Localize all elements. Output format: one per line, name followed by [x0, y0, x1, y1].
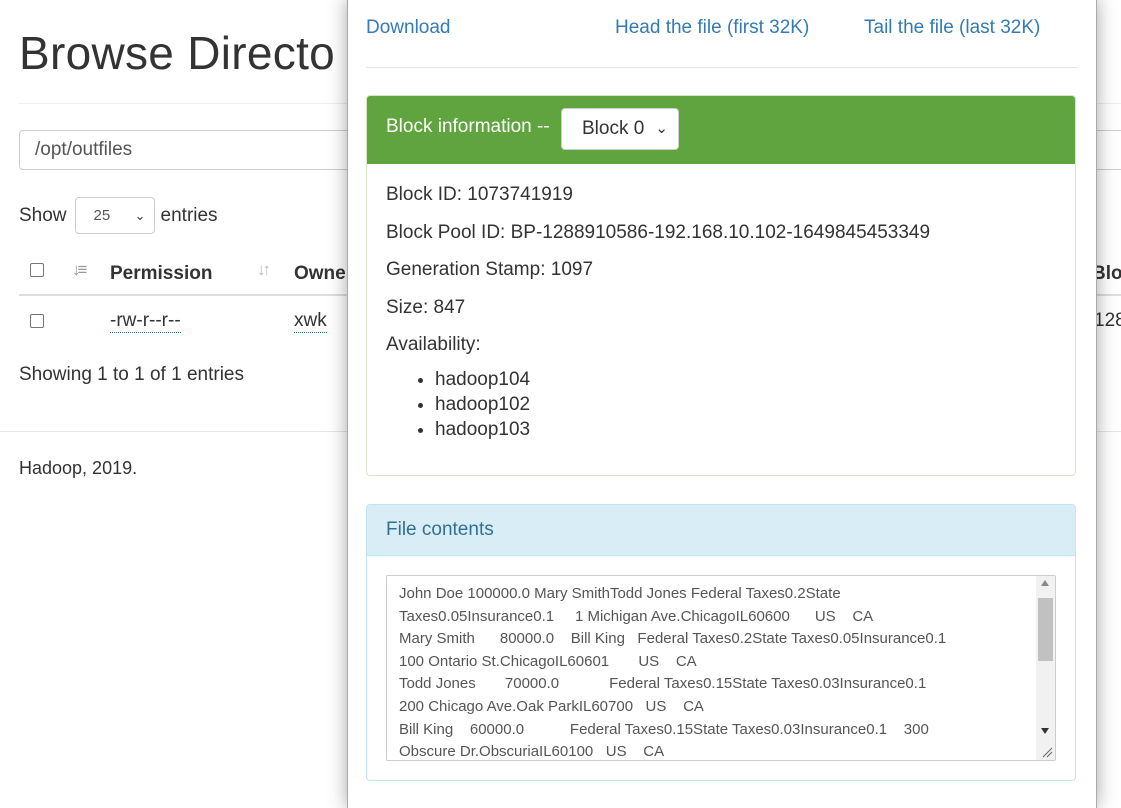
file-line: 100 Ontario St.ChicagoIL60601 US CA	[399, 652, 697, 670]
block-information-panel: Block information -- Block 0 ⌄ Block ID:…	[366, 95, 1076, 476]
column-permission[interactable]: Permission	[110, 263, 212, 285]
file-panel-header: File contents	[367, 505, 1075, 556]
file-info-modal: Download Head the file (first 32K) Tail …	[347, 0, 1097, 808]
head-file-link[interactable]: Head the file (first 32K)	[615, 17, 809, 39]
file-line: Obscure Dr.ObscuriaIL60100 US CA	[399, 743, 665, 761]
list-item: hadoop102	[435, 392, 530, 417]
row-checkbox[interactable]	[30, 314, 44, 328]
list-item: hadoop104	[435, 367, 530, 392]
page-size-control: Show 25 ⌄ entries	[19, 197, 218, 234]
resize-grip-icon[interactable]	[1041, 746, 1053, 758]
cell-permission[interactable]: -rw-r--r--	[110, 310, 181, 333]
page-title: Browse Directo	[19, 27, 336, 79]
sort-desc-icon[interactable]: ↓≡	[72, 260, 88, 280]
chevron-down-icon: ⌄	[655, 120, 668, 137]
page-size-select[interactable]: 25 ⌄	[74, 197, 155, 234]
show-label: Show	[19, 204, 67, 226]
modal-divider	[366, 67, 1078, 68]
file-line: 200 Chicago Ave.Oak ParkIL60700 US CA	[399, 697, 704, 715]
download-link[interactable]: Download	[366, 17, 451, 39]
scroll-down-icon[interactable]	[1041, 728, 1049, 734]
availability-label: Availability:	[386, 334, 481, 355]
file-line: Taxes0.05Insurance0.1 1 Michigan Ave.Chi…	[399, 607, 874, 625]
tail-file-link[interactable]: Tail the file (last 32K)	[864, 17, 1040, 39]
sort-both-icon[interactable]: ↓↑	[257, 260, 271, 280]
file-line: John Doe 100000.0 Mary SmithTodd Jones F…	[399, 585, 841, 602]
block-panel-title: Block information --	[386, 116, 550, 137]
column-owner[interactable]: Owne	[294, 263, 346, 285]
page-size-value: 25	[93, 207, 111, 224]
table-info: Showing 1 to 1 of 1 entries	[19, 364, 244, 385]
cell-block-size: 128	[1094, 310, 1121, 331]
block-select-value: Block 0	[582, 118, 645, 139]
file-contents-textarea[interactable]: John Doe 100000.0 Mary SmithTodd Jones F…	[386, 575, 1056, 761]
block-id: Block ID: 1073741919	[386, 184, 573, 205]
generation-stamp: Generation Stamp: 1097	[386, 259, 594, 280]
select-all-checkbox[interactable]	[30, 263, 44, 277]
file-panel-title: File contents	[386, 519, 494, 540]
entries-label: entries	[160, 204, 218, 226]
availability-list: hadoop104 hadoop102 hadoop103	[386, 367, 530, 442]
scrollbar-thumb[interactable]	[1038, 598, 1053, 661]
cell-owner[interactable]: xwk	[294, 310, 327, 333]
scroll-up-icon[interactable]	[1041, 580, 1049, 586]
textarea-scrollbar[interactable]	[1036, 576, 1055, 760]
footer-text: Hadoop, 2019.	[19, 458, 138, 478]
block-pool-id: Block Pool ID: BP-1288910586-192.168.10.…	[386, 222, 931, 243]
file-contents-text: John Doe 100000.0 Mary SmithTodd Jones F…	[399, 583, 947, 761]
list-item: hadoop103	[435, 417, 530, 442]
chevron-down-icon: ⌄	[134, 208, 146, 223]
file-line: Todd Jones 70000.0 Federal Taxes0.15Stat…	[399, 675, 927, 693]
file-contents-panel: File contents John Doe 100000.0 Mary Smi…	[366, 504, 1076, 781]
file-line: Mary Smith 80000.0 Bill King Federal Tax…	[399, 630, 947, 648]
block-size: Size: 847	[386, 297, 466, 318]
file-line: Bill King 60000.0 Federal Taxes0.15State…	[399, 720, 929, 738]
block-select[interactable]: Block 0 ⌄	[561, 108, 679, 150]
block-panel-header: Block information -- Block 0 ⌄	[367, 96, 1075, 164]
